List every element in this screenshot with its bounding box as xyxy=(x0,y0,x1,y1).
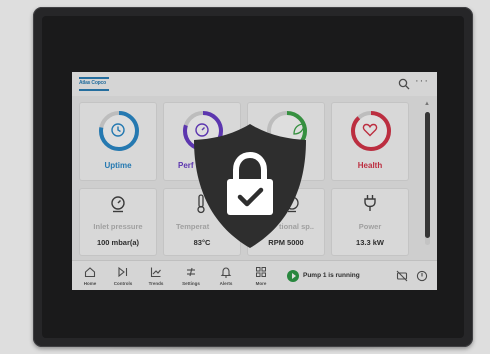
brand-logo: Atlas Copco xyxy=(79,77,109,91)
scroll-up-arrow[interactable]: ▲ xyxy=(424,101,430,107)
nav-controls[interactable]: Controls xyxy=(107,264,139,290)
nav-label-trends: Trends xyxy=(148,281,164,286)
nav-trends[interactable]: Trends xyxy=(140,264,172,290)
nav-settings[interactable]: Settings xyxy=(175,264,207,290)
scrollbar-thumb[interactable] xyxy=(425,112,430,238)
lock-shield-icon xyxy=(194,124,306,248)
nav-label-settings: Settings xyxy=(182,281,200,286)
nav-label-controls: Controls xyxy=(113,281,133,286)
search-icon[interactable] xyxy=(398,78,410,90)
trends-icon xyxy=(150,267,161,278)
settings-icon xyxy=(187,267,195,277)
heart-icon xyxy=(362,123,378,137)
nav-label-more: More xyxy=(255,281,267,286)
controls-icon xyxy=(118,266,128,278)
nav-home[interactable]: Home xyxy=(74,264,106,290)
more-options-icon[interactable]: ··· xyxy=(415,75,429,87)
tile-inlet-pressure[interactable]: Inlet pressure 100 mbar(a) xyxy=(80,189,156,255)
tile-label-health: Health xyxy=(357,161,383,170)
tile-name-inlet-pressure: Inlet pressure xyxy=(93,222,143,231)
bottom-nav: Home Controls Trends Settings Alerts Mor… xyxy=(72,260,437,290)
brand-logo-text: Atlas Copco xyxy=(79,80,106,86)
plug-icon xyxy=(364,195,376,211)
home-icon xyxy=(84,267,96,278)
tile-power[interactable]: Power 13.3 kW xyxy=(332,189,408,255)
nav-alerts[interactable]: Alerts xyxy=(210,264,242,290)
clock-icon xyxy=(111,123,125,137)
play-icon xyxy=(287,270,299,282)
top-bar: Atlas Copco ··· xyxy=(72,72,437,96)
tile-value-power: 13.3 kW xyxy=(356,238,384,247)
power-status-icon[interactable] xyxy=(416,270,428,282)
tile-value-inlet-pressure: 100 mbar(a) xyxy=(96,238,140,247)
tile-uptime[interactable]: Uptime xyxy=(80,103,156,180)
nav-label-alerts: Alerts xyxy=(219,281,233,286)
scrollbar-track[interactable] xyxy=(425,112,430,245)
tile-name-power: Power xyxy=(358,222,382,231)
tile-health[interactable]: Health xyxy=(332,103,408,180)
tile-label-uptime: Uptime xyxy=(104,161,132,170)
pressure-gauge-icon xyxy=(111,196,125,213)
nav-more[interactable]: More xyxy=(245,264,277,290)
mute-icon[interactable] xyxy=(396,270,408,282)
pump-status-text: Pump 1 is running xyxy=(303,272,360,279)
grid-icon xyxy=(256,267,266,277)
bell-icon xyxy=(220,267,232,278)
nav-label-home: Home xyxy=(83,281,97,286)
